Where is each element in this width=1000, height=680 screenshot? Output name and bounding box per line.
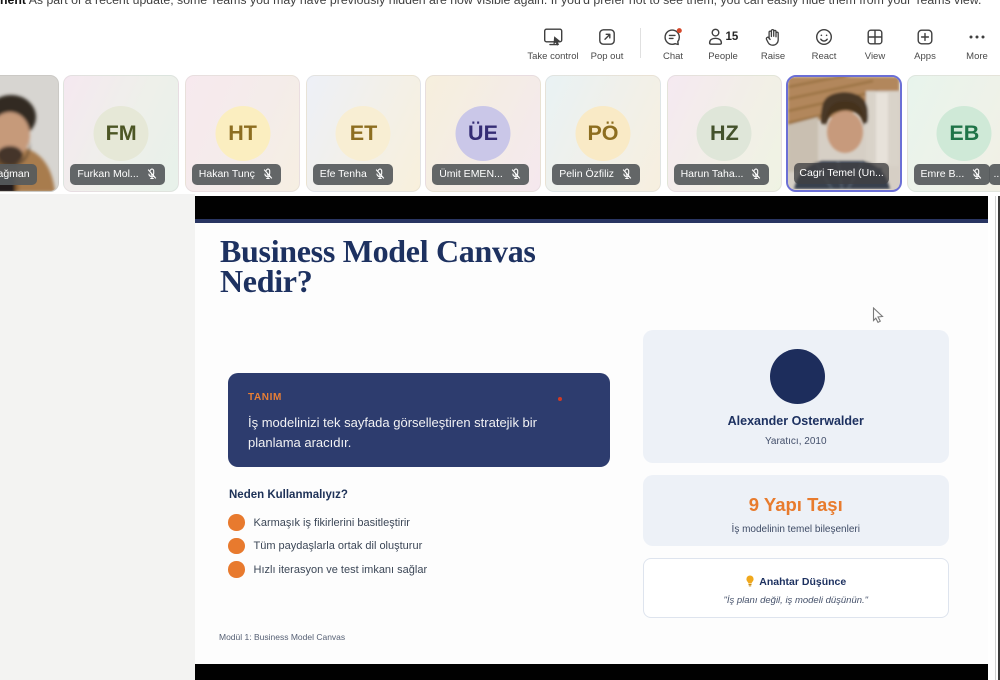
svg-text:15: 15 (726, 31, 739, 43)
